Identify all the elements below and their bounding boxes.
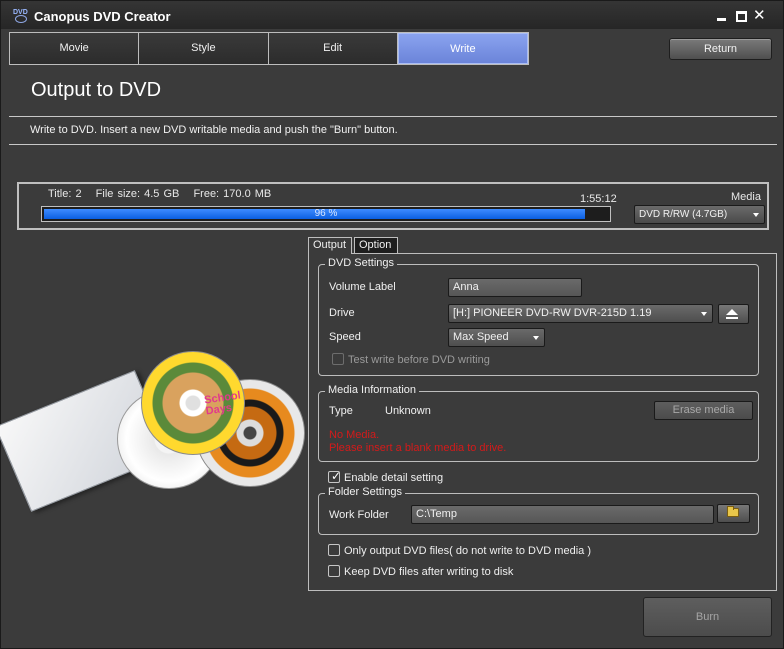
step-tabs: Movie Style Edit Write [9, 32, 529, 65]
capacity-progress-bar: 96 % [41, 206, 611, 222]
file-size: File size: 4.5 GB [95, 188, 180, 200]
group-title: DVD Settings [325, 257, 398, 269]
chevron-down-icon [701, 312, 707, 316]
no-media-message: No Media. [329, 429, 380, 441]
test-write-label: Test write before DVD writing [348, 354, 490, 366]
progress-percent: 96 % [314, 208, 338, 219]
step-style[interactable]: Style [139, 33, 269, 64]
group-title: Folder Settings [325, 486, 405, 498]
media-type-select[interactable]: DVD R/RW (4.7GB) [634, 205, 765, 224]
dvd-artwork: School Days [0, 351, 309, 512]
step-edit[interactable]: Edit [268, 33, 398, 64]
test-write-checkbox[interactable] [332, 353, 344, 365]
browse-folder-button[interactable] [717, 504, 750, 523]
return-button[interactable]: Return [669, 38, 772, 60]
progress-panel: Title: 2 File size: 4.5 GB Free: 170.0 M… [17, 182, 769, 230]
step-write[interactable]: Write [397, 33, 528, 64]
drive-value: [H:] PIONEER DVD-RW DVR-215D 1.19 [453, 307, 652, 319]
only-output-checkbox[interactable] [328, 544, 340, 556]
speed-select[interactable]: Max Speed [448, 328, 545, 347]
minimize-icon[interactable] [716, 10, 728, 22]
divider [9, 144, 777, 145]
media-type-value: DVD R/RW (4.7GB) [639, 209, 728, 220]
maximize-icon[interactable] [736, 11, 747, 22]
chevron-down-icon [533, 336, 539, 340]
divider [9, 116, 777, 117]
volume-label-input[interactable]: Anna [448, 278, 582, 297]
work-folder-label: Work Folder [329, 509, 389, 521]
window-title: Canopus DVD Creator [34, 9, 171, 24]
insert-media-message: Please insert a blank media to drive. [329, 442, 507, 454]
instructions-text: Write to DVD. Insert a new DVD writable … [30, 124, 398, 136]
dvd-app-icon: DVD [13, 9, 29, 23]
eject-icon [726, 309, 738, 319]
check-icon: ✓ [331, 469, 342, 483]
media-label: Media [731, 191, 761, 203]
speed-label: Speed [329, 331, 361, 343]
speed-value: Max Speed [453, 331, 509, 343]
total-duration: 1:55:12 [580, 193, 617, 205]
keep-files-label: Keep DVD files after writing to disk [344, 566, 514, 578]
enable-detail-label: Enable detail setting [344, 472, 444, 484]
work-folder-input[interactable]: C:\Temp [411, 505, 714, 524]
drive-label: Drive [329, 307, 355, 319]
title-bar: DVD Canopus DVD Creator ✕ [1, 1, 783, 29]
keep-files-checkbox[interactable] [328, 565, 340, 577]
tab-output[interactable]: Output [308, 237, 352, 254]
volume-label-label: Volume Label [329, 281, 396, 293]
drive-select[interactable]: [H:] PIONEER DVD-RW DVR-215D 1.19 [448, 304, 713, 323]
group-title: Media Information [325, 384, 420, 396]
type-label: Type [329, 405, 353, 417]
folder-open-icon [727, 506, 739, 517]
type-value: Unknown [385, 405, 431, 417]
step-movie[interactable]: Movie [10, 33, 140, 64]
eject-button[interactable] [718, 304, 749, 324]
only-output-label: Only output DVD files( do not write to D… [344, 545, 591, 557]
page-title: Output to DVD [31, 79, 162, 101]
enable-detail-checkbox[interactable]: ✓ [328, 469, 342, 483]
project-info: Title: 2 File size: 4.5 GB Free: 170.0 M… [48, 188, 281, 200]
chevron-down-icon [753, 213, 759, 217]
free-space: Free: 170.0 MB [193, 188, 272, 200]
tab-option[interactable]: Option [354, 237, 398, 253]
title-count: Title: 2 [48, 188, 82, 200]
app-window: DVD Canopus DVD Creator ✕ Movie Style Ed… [0, 0, 784, 649]
erase-media-button[interactable]: Erase media [654, 401, 753, 420]
burn-button[interactable]: Burn [643, 597, 772, 637]
close-icon[interactable]: ✕ [753, 8, 766, 23]
